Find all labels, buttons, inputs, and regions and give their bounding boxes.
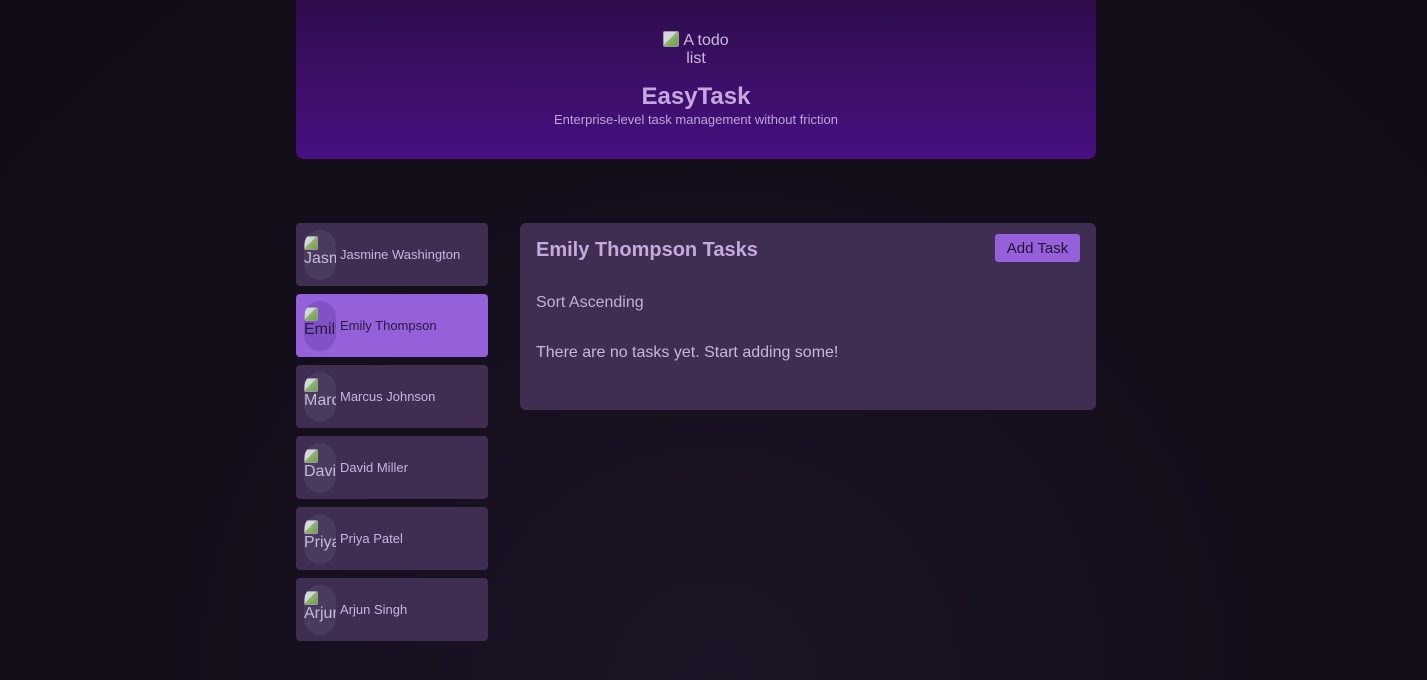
tasks-panel: Emily Thompson Tasks Add Task Sort Ascen…: [520, 223, 1096, 410]
avatar-alt-text: Priya Patel: [304, 533, 336, 551]
broken-image-icon: [304, 448, 318, 463]
avatar: David Miller: [304, 442, 336, 493]
app-title: EasyTask: [641, 83, 751, 110]
user-name: Priya Patel: [340, 531, 403, 546]
avatar: Jasmine Washington: [304, 229, 336, 280]
broken-image-icon: [304, 519, 318, 534]
user-item-emily-thompson[interactable]: Emily Thompson Emily Thompson: [296, 294, 488, 357]
broken-image-icon: [663, 31, 680, 47]
avatar: Marcus Johnson: [304, 371, 336, 422]
user-list: Jasmine Washington Jasmine Washington Em…: [296, 223, 488, 649]
user-name: Jasmine Washington: [340, 247, 461, 262]
add-task-button[interactable]: Add Task: [995, 234, 1080, 262]
avatar-alt-text: Emily Thompson: [304, 320, 336, 338]
logo-image: A todo list: [656, 31, 736, 67]
tasks-title: Emily Thompson Tasks: [536, 239, 758, 261]
empty-tasks-message: There are no tasks yet. Start adding som…: [536, 344, 839, 361]
broken-image-icon: [304, 590, 318, 605]
user-item-marcus-johnson[interactable]: Marcus Johnson Marcus Johnson: [296, 365, 488, 428]
avatar-alt-text: Marcus Johnson: [304, 391, 336, 409]
user-name: Marcus Johnson: [340, 389, 436, 404]
avatar: Emily Thompson: [304, 300, 336, 351]
broken-image-icon: [304, 235, 318, 250]
avatar: Arjun Singh: [304, 584, 336, 635]
broken-image-icon: [304, 377, 318, 392]
user-name: Emily Thompson: [340, 318, 437, 333]
user-item-arjun-singh[interactable]: Arjun Singh Arjun Singh: [296, 578, 488, 641]
user-name: David Miller: [340, 460, 408, 475]
app-subtitle: Enterprise-level task management without…: [554, 112, 838, 127]
avatar-alt-text: Jasmine Washington: [304, 249, 336, 267]
avatar-alt-text: Arjun Singh: [304, 604, 336, 622]
broken-image-icon: [304, 306, 318, 321]
avatar: Priya Patel: [304, 513, 336, 564]
logo-alt-text: A todo list: [683, 32, 729, 67]
avatar-alt-text: David Miller: [304, 462, 336, 480]
app-header: A todo list EasyTask Enterprise-level ta…: [296, 0, 1096, 159]
sort-ascending-toggle[interactable]: Sort Ascending: [536, 294, 644, 312]
user-item-jasmine-washington[interactable]: Jasmine Washington Jasmine Washington: [296, 223, 488, 286]
user-item-priya-patel[interactable]: Priya Patel Priya Patel: [296, 507, 488, 570]
user-name: Arjun Singh: [340, 602, 408, 617]
user-item-david-miller[interactable]: David Miller David Miller: [296, 436, 488, 499]
